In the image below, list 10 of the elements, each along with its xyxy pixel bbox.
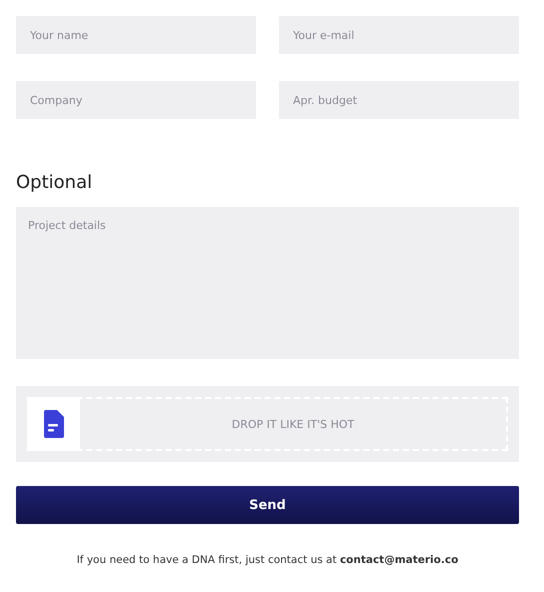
input-field[interactable]: Company	[16, 81, 256, 119]
input-field[interactable]: Apr. budget	[279, 81, 519, 119]
input-field[interactable]: Your e-mail	[279, 16, 519, 54]
input-field[interactable]: Your name	[16, 16, 256, 54]
footer-text: If you need to have a DNA first, just contact us at contact@materio.co	[76, 554, 460, 566]
document-icon	[44, 410, 64, 438]
send-button[interactable]: Send	[16, 486, 519, 524]
section-heading: Optional	[16, 171, 94, 195]
details-field[interactable]: Project details	[16, 207, 519, 359]
dropzone-label: DROP IT LIKE IT'S HOT	[230, 418, 356, 430]
